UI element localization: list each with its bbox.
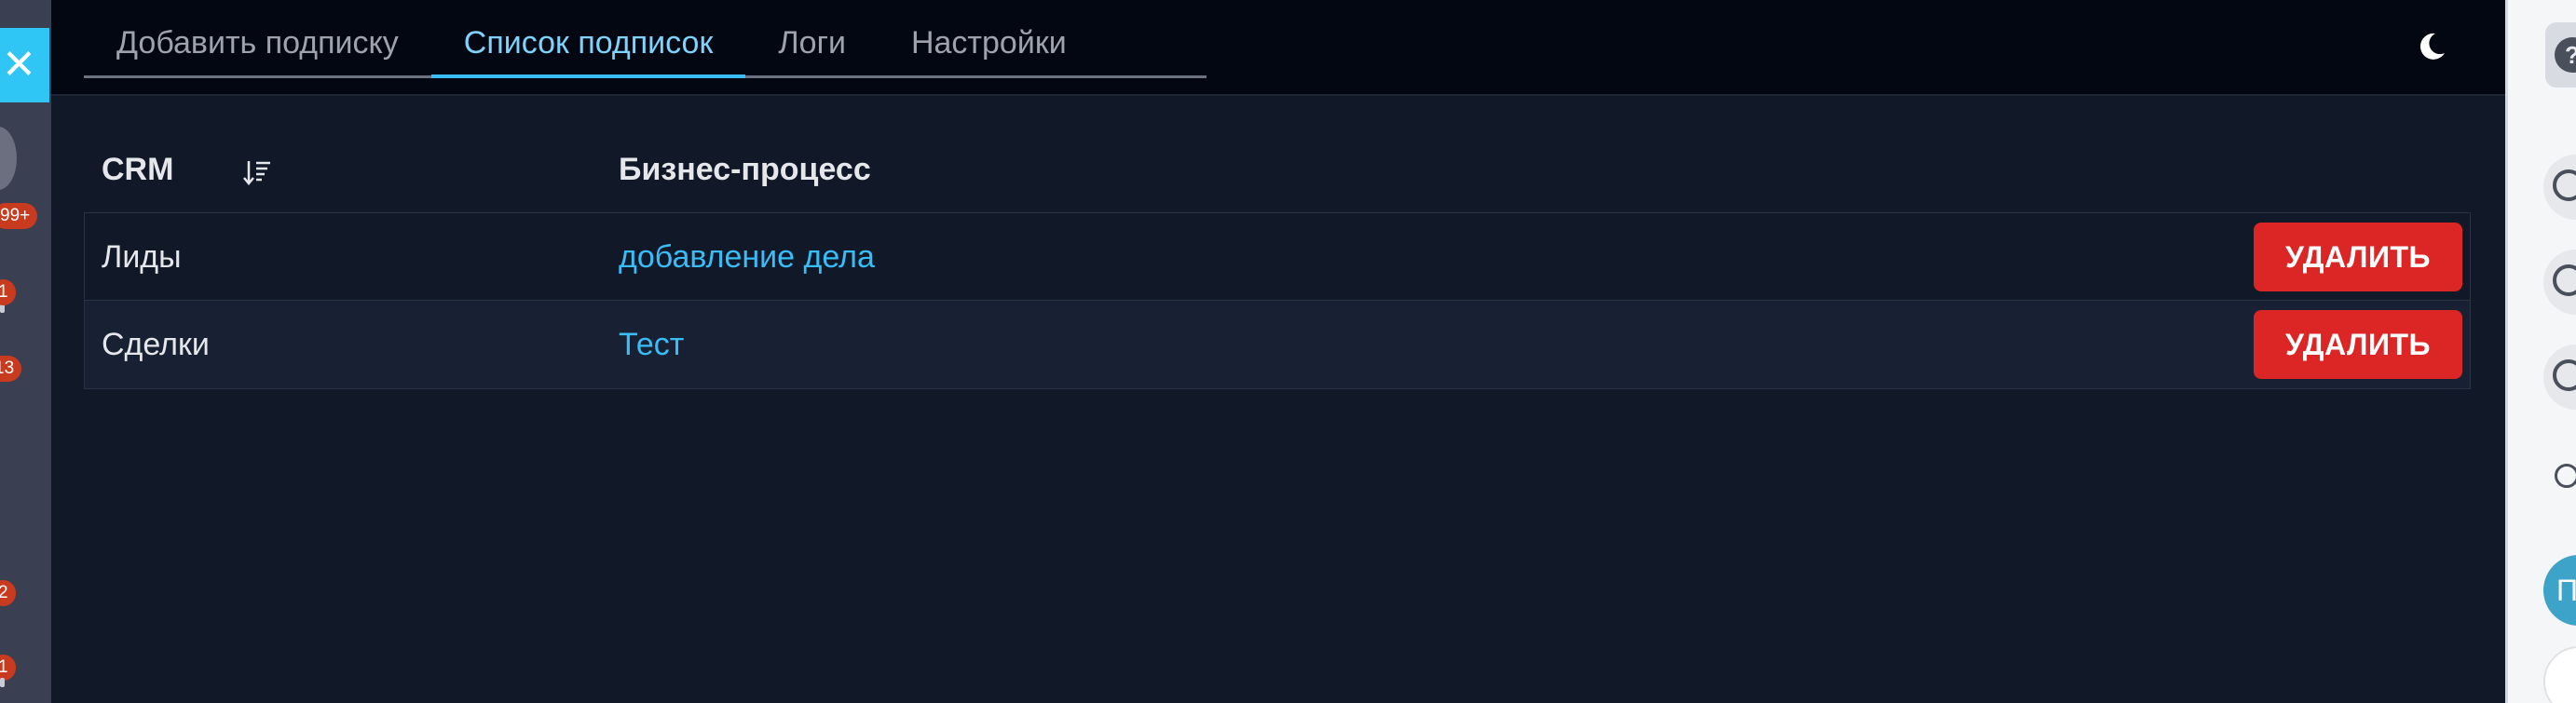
close-slider-button[interactable]: ✕	[0, 28, 49, 102]
delete-button[interactable]: УДАЛИТЬ	[2254, 310, 2462, 379]
rail-counter-badge: 1	[0, 655, 16, 681]
crm-entity-cell: Лиды	[102, 239, 182, 275]
tab-bar: Добавить подписку Список подписок Логи Н…	[84, 13, 1206, 78]
rail-avatar[interactable]	[0, 127, 17, 190]
list-icon	[2553, 359, 2576, 391]
moon-icon[interactable]	[2413, 28, 2450, 65]
bell-icon	[2553, 264, 2576, 296]
crm-entity-cell: Сделки	[102, 327, 210, 362]
rail-counter-badge: 13	[0, 356, 22, 382]
close-icon: ✕	[2, 42, 36, 88]
rail-item-marker	[0, 678, 5, 687]
right-strip-item[interactable]	[2543, 345, 2576, 410]
header-bar: Добавить подписку Список подписок Логи Н…	[51, 0, 2505, 96]
business-process-link[interactable]: Тест	[619, 301, 684, 388]
tab-subscription-list[interactable]: Список подписок	[430, 13, 746, 78]
chat-icon	[2553, 169, 2576, 201]
right-strip-item[interactable]	[2543, 250, 2576, 315]
table-row: Сделки Тест УДАЛИТЬ	[85, 301, 2470, 388]
tab-logs[interactable]: Логи	[745, 13, 879, 75]
tab-add-subscription[interactable]: Добавить подписку	[84, 13, 431, 75]
table-row: Лиды добавление дела УДАЛИТЬ	[85, 213, 2470, 301]
subscriptions-table: Лиды добавление дела УДАЛИТЬ Сделки Тест…	[84, 212, 2471, 389]
right-strip-item[interactable]	[2543, 155, 2576, 220]
rail-counter-badge: 1	[0, 279, 16, 305]
right-portal-strip: ? П	[2505, 0, 2576, 703]
rail-counter-badge: 2	[0, 580, 16, 606]
search-icon[interactable]	[2555, 464, 2576, 488]
subscriptions-panel: Добавить подписку Список подписок Логи Н…	[51, 0, 2505, 703]
help-icon: ?	[2555, 37, 2576, 73]
table-header: CRM Бизнес-процесс	[84, 144, 2471, 214]
left-app-rail: ✕ 99+ 1 13 2 1	[0, 0, 51, 703]
business-process-link[interactable]: добавление дела	[619, 213, 875, 301]
avatar[interactable]: П	[2543, 555, 2576, 626]
avatar[interactable]	[2543, 646, 2576, 703]
tab-settings[interactable]: Настройки	[879, 13, 1099, 75]
column-header-business-process: Бизнес-процесс	[619, 152, 871, 187]
help-button[interactable]: ?	[2545, 22, 2576, 88]
delete-button[interactable]: УДАЛИТЬ	[2254, 223, 2462, 291]
column-header-crm[interactable]: CRM	[102, 152, 173, 188]
rail-counter-badge: 99+	[0, 203, 38, 229]
sort-descending-icon[interactable]	[242, 157, 272, 187]
